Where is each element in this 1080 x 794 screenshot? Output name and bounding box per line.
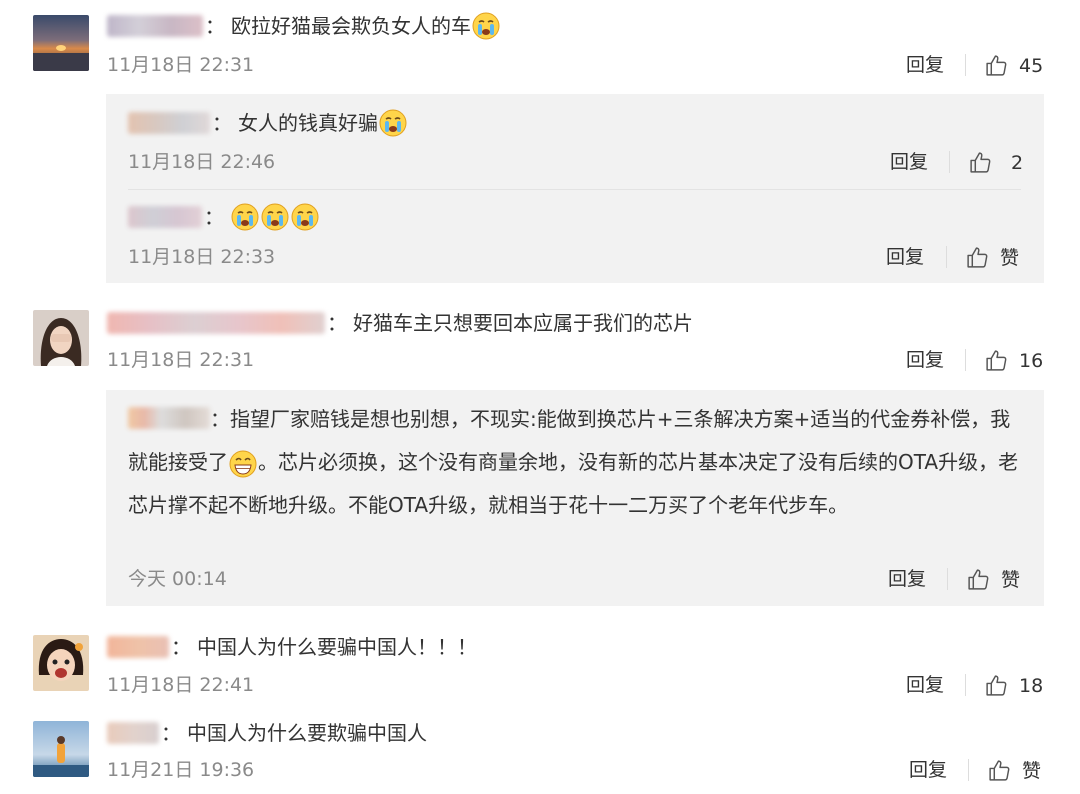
username[interactable] bbox=[107, 312, 325, 334]
thumbs-up-icon bbox=[989, 760, 1010, 781]
avatar[interactable] bbox=[33, 721, 89, 777]
like-button[interactable]: 赞 bbox=[965, 245, 1019, 270]
like-button[interactable]: 45 bbox=[984, 53, 1043, 78]
comment-content: ： 中国人为什么要骗中国人！！！ bbox=[107, 633, 477, 661]
thumbs-up-icon bbox=[986, 350, 1007, 371]
crying-face-icon bbox=[471, 11, 501, 41]
username[interactable] bbox=[107, 722, 159, 744]
like-button[interactable]: 赞 bbox=[966, 567, 1020, 592]
crying-face-icon bbox=[378, 108, 408, 138]
like-button[interactable]: 16 bbox=[984, 348, 1043, 373]
comment-time: 11月18日 22:31 bbox=[107, 54, 255, 76]
comment-text: 欧拉好猫最会欺负女人的车 bbox=[231, 14, 471, 38]
like-button[interactable]: 2 bbox=[968, 150, 1023, 175]
like-count: 18 bbox=[1019, 674, 1044, 697]
comment-content: ： 欧拉好猫最会欺负女人的车 bbox=[107, 11, 501, 41]
divider bbox=[965, 674, 966, 696]
like-label: 赞 bbox=[1001, 568, 1021, 591]
divider bbox=[965, 54, 966, 76]
comment-content: ： 好猫车主只想要回本应属于我们的芯片 bbox=[107, 309, 693, 337]
seaside-avatar-image bbox=[33, 721, 89, 777]
like-button[interactable]: 18 bbox=[984, 673, 1043, 698]
comment-time: 11月18日 22:41 bbox=[107, 674, 255, 696]
reply-button[interactable]: 回复 bbox=[906, 348, 944, 372]
username[interactable] bbox=[128, 407, 210, 429]
username[interactable] bbox=[107, 636, 169, 658]
divider bbox=[947, 568, 948, 590]
divider bbox=[949, 151, 950, 173]
thumbs-up-icon bbox=[986, 55, 1007, 76]
thumbs-up-icon bbox=[968, 569, 989, 590]
comment-content: ： 中国人为什么要欺骗中国人 bbox=[107, 719, 427, 747]
reply-button[interactable]: 回复 bbox=[886, 245, 924, 269]
reply-button[interactable]: 回复 bbox=[906, 53, 944, 77]
sunset-avatar-image bbox=[33, 15, 89, 71]
reply-button[interactable]: 回复 bbox=[890, 150, 928, 174]
sub-reply-1: ： 女人的钱真好骗 bbox=[128, 108, 408, 138]
crying-face-icon bbox=[260, 202, 290, 232]
username[interactable] bbox=[128, 112, 210, 134]
avatar[interactable] bbox=[33, 635, 89, 691]
like-count: 2 bbox=[1011, 151, 1024, 174]
like-button[interactable]: 赞 bbox=[987, 758, 1041, 783]
crying-face-icon bbox=[230, 202, 260, 232]
grinning-face-icon bbox=[228, 449, 258, 479]
comment-text: 好猫车主只想要回本应属于我们的芯片 bbox=[353, 311, 693, 335]
divider bbox=[946, 246, 947, 268]
comment-text: 女人的钱真好骗 bbox=[238, 111, 378, 135]
reply-button[interactable]: 回复 bbox=[909, 758, 947, 782]
thumbs-up-icon bbox=[986, 675, 1007, 696]
girl-avatar-image bbox=[33, 310, 89, 366]
like-count: 45 bbox=[1019, 54, 1044, 77]
comment-time: 今天 00:14 bbox=[128, 568, 227, 590]
like-label: 赞 bbox=[1022, 759, 1042, 782]
sub-reply-1: ：指望厂家赔钱是想也别想，不现实:能做到换芯片+三条解决方案+适当的代金券补偿，… bbox=[128, 407, 1019, 517]
comment-time: 11月18日 22:46 bbox=[128, 151, 276, 173]
crying-face-icon bbox=[290, 202, 320, 232]
comment-text: 中国人为什么要欺骗中国人 bbox=[187, 721, 427, 745]
sub-reply-2: ： bbox=[128, 202, 320, 232]
reply-divider bbox=[128, 189, 1021, 190]
reply-button[interactable]: 回复 bbox=[906, 673, 944, 697]
comment-time: 11月18日 22:31 bbox=[107, 349, 255, 371]
thumbs-up-icon bbox=[970, 152, 991, 173]
username[interactable] bbox=[107, 15, 203, 37]
username[interactable] bbox=[128, 206, 202, 228]
divider bbox=[965, 349, 966, 371]
comment-text: 中国人为什么要骗中国人！！！ bbox=[197, 635, 477, 659]
thumbs-up-icon bbox=[967, 247, 988, 268]
reply-button[interactable]: 回复 bbox=[888, 567, 926, 591]
like-label: 赞 bbox=[1000, 246, 1020, 269]
comment-text-continued: 。芯片必须换，这个没有商量余地，没有新的芯片基本决定了没有后续的OTA升级，老芯… bbox=[128, 450, 1019, 517]
divider bbox=[968, 759, 969, 781]
comment-time: 11月21日 19:36 bbox=[107, 759, 255, 781]
avatar[interactable] bbox=[33, 15, 89, 71]
like-count: 16 bbox=[1019, 349, 1044, 372]
child-avatar-image bbox=[33, 635, 89, 691]
comment-time: 11月18日 22:33 bbox=[128, 246, 276, 268]
avatar[interactable] bbox=[33, 310, 89, 366]
